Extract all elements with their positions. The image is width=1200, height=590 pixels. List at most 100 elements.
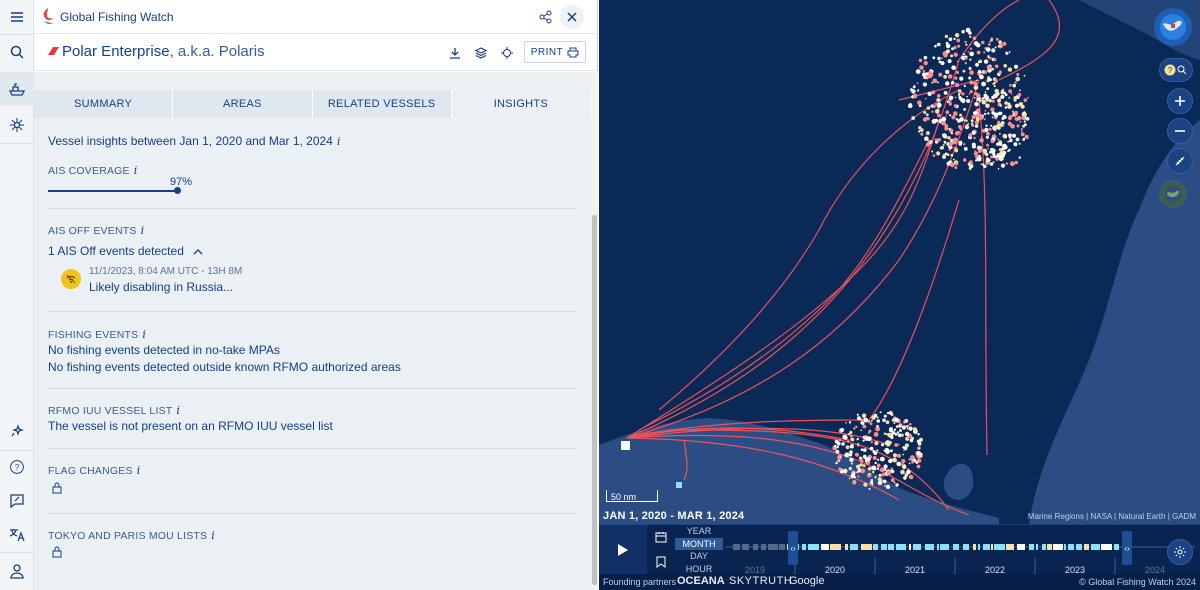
activity-point bbox=[876, 467, 879, 470]
end-marker bbox=[676, 482, 682, 488]
activity-point bbox=[962, 69, 966, 73]
activity-segment bbox=[1017, 544, 1025, 550]
activity-point bbox=[882, 479, 887, 484]
ais-off-summary-toggle[interactable]: 1 AIS Off events detected bbox=[48, 244, 203, 258]
zoom-in-icon[interactable] bbox=[1167, 88, 1193, 114]
activity-point bbox=[1000, 163, 1006, 168]
info-icon[interactable]: i bbox=[142, 328, 146, 341]
activity-point bbox=[1002, 158, 1005, 160]
menu-icon[interactable] bbox=[0, 0, 34, 34]
resolution-month[interactable]: MONTH bbox=[675, 537, 723, 550]
divider bbox=[48, 388, 578, 389]
user-icon[interactable] bbox=[0, 554, 34, 588]
activity-point bbox=[921, 72, 927, 77]
activity-point bbox=[976, 79, 978, 82]
activity-point bbox=[961, 30, 965, 34]
activity-point bbox=[968, 167, 972, 170]
layers-icon[interactable] bbox=[471, 43, 491, 63]
activity-point bbox=[880, 456, 885, 462]
share-icon[interactable] bbox=[534, 5, 558, 29]
info-icon[interactable]: i bbox=[134, 164, 138, 177]
tab-insights[interactable]: INSIGHTS bbox=[451, 90, 591, 118]
activity-point bbox=[936, 94, 941, 98]
activity-segment bbox=[802, 544, 806, 550]
activity-point bbox=[863, 482, 868, 487]
info-icon[interactable]: i bbox=[176, 404, 180, 417]
partner-skytruth[interactable]: SKYTRUTH bbox=[729, 575, 792, 587]
date-range-label: JAN 1, 2020 - MAR 1, 2024 bbox=[603, 510, 745, 522]
activity-point bbox=[932, 104, 936, 108]
bookmark-icon[interactable] bbox=[649, 550, 673, 574]
activity-point bbox=[925, 113, 929, 117]
map-attribution[interactable]: Marine Regions | NASA | Natural Earth | … bbox=[1028, 512, 1196, 521]
activity-point bbox=[973, 111, 977, 115]
activity-point bbox=[902, 453, 905, 456]
search-icon[interactable] bbox=[0, 35, 34, 69]
activity-point bbox=[920, 132, 924, 136]
activity-point bbox=[998, 148, 1002, 152]
activity-point bbox=[1008, 51, 1011, 53]
activity-point bbox=[870, 441, 873, 444]
activity-point bbox=[998, 40, 1002, 45]
partner-google[interactable]: Google bbox=[789, 575, 824, 587]
panel-scrollbar[interactable] bbox=[591, 72, 598, 590]
activity-point bbox=[966, 99, 971, 103]
print-button[interactable]: PRINT bbox=[524, 41, 586, 63]
activity-point bbox=[901, 463, 905, 466]
fishing-line-2: No fishing events detected outside known… bbox=[48, 360, 401, 374]
info-icon[interactable]: i bbox=[141, 224, 145, 237]
activity-point bbox=[912, 93, 918, 99]
help-icon[interactable]: ? bbox=[0, 450, 34, 484]
play-button[interactable] bbox=[599, 525, 647, 575]
resolution-year[interactable]: YEAR bbox=[675, 525, 723, 538]
activity-segment bbox=[1084, 544, 1089, 550]
activity-point bbox=[953, 45, 957, 50]
calendar-icon[interactable] bbox=[649, 525, 673, 549]
close-icon[interactable] bbox=[560, 5, 584, 29]
tab-areas[interactable]: AREAS bbox=[173, 90, 313, 118]
map-canvas[interactable] bbox=[599, 0, 1200, 524]
info-icon[interactable]: i bbox=[337, 135, 341, 148]
layers-network-icon[interactable] bbox=[0, 108, 34, 142]
vessel-icon[interactable] bbox=[0, 72, 34, 106]
activity-point bbox=[922, 69, 925, 73]
zoom-out-icon[interactable] bbox=[1167, 118, 1193, 144]
activity-point bbox=[969, 80, 974, 85]
activity-segment bbox=[963, 544, 969, 550]
lock-icon[interactable] bbox=[52, 482, 62, 494]
activity-point bbox=[895, 483, 899, 487]
ais-coverage-title-text: AIS COVERAGE bbox=[48, 165, 130, 177]
activity-point bbox=[1004, 93, 1008, 96]
basemap-icon[interactable] bbox=[1159, 180, 1187, 208]
timeline-track[interactable]: ‹› ‹› bbox=[725, 525, 1195, 575]
info-icon[interactable]: i bbox=[211, 529, 215, 542]
ais-off-event-desc[interactable]: Likely disabling in Russia... bbox=[89, 280, 233, 294]
language-icon[interactable] bbox=[0, 518, 34, 552]
activity-point bbox=[908, 458, 911, 461]
panel-scrollbar-thumb[interactable] bbox=[592, 215, 597, 585]
partner-oceana[interactable]: OCEANA bbox=[677, 575, 725, 587]
timebar-settings-icon[interactable] bbox=[1167, 539, 1193, 565]
resolution-day[interactable]: DAY bbox=[675, 550, 723, 563]
ruler-icon[interactable] bbox=[1167, 148, 1193, 174]
target-icon[interactable] bbox=[497, 43, 517, 63]
sparkle-icon[interactable] bbox=[0, 414, 34, 448]
activity-point bbox=[972, 36, 977, 40]
feedback-icon[interactable] bbox=[0, 484, 34, 518]
activity-point bbox=[862, 454, 867, 459]
activity-point bbox=[890, 478, 895, 483]
info-icon[interactable]: i bbox=[137, 464, 141, 477]
lock-icon[interactable] bbox=[52, 546, 62, 558]
tab-summary[interactable]: SUMMARY bbox=[34, 90, 174, 118]
activity-point bbox=[908, 426, 913, 431]
activity-point bbox=[859, 459, 864, 463]
globe-minimap-icon[interactable] bbox=[1154, 8, 1192, 46]
activity-point bbox=[971, 122, 973, 125]
activity-point bbox=[969, 47, 973, 50]
download-icon[interactable] bbox=[445, 43, 465, 63]
search-locations-button[interactable]: ? bbox=[1159, 58, 1193, 82]
tab-related-vessels[interactable]: RELATED VESSELS bbox=[312, 90, 452, 118]
activity-point bbox=[956, 38, 961, 43]
map[interactable]: ? 50 nm JAN 1, 2020 - MAR 1, 2024 Marine… bbox=[599, 0, 1200, 590]
activity-point bbox=[909, 438, 914, 443]
